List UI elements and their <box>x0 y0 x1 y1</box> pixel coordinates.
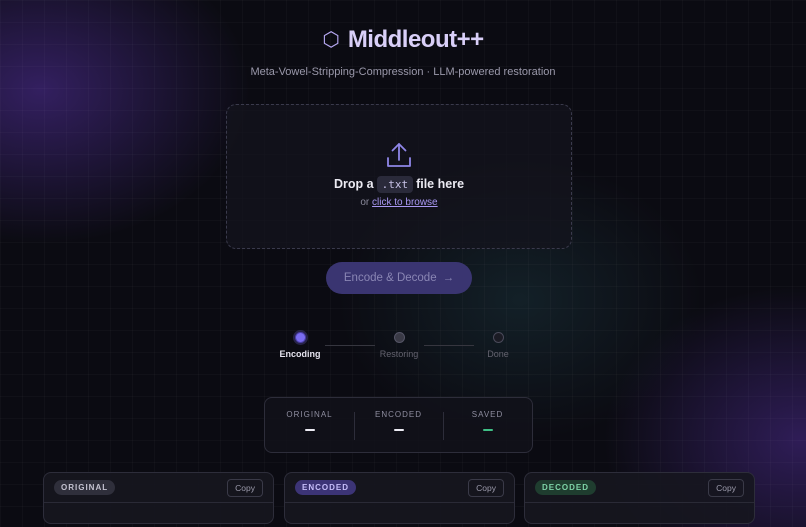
progress-steps: Encoding Restoring Done <box>270 330 530 370</box>
copy-original-button[interactable]: Copy <box>227 478 263 497</box>
drop-instruction: Drop a .txt file here <box>227 176 571 193</box>
stat-saved: SAVED — <box>443 410 532 442</box>
panel-encoded: ENCODED Copy <box>284 472 515 524</box>
panel-original: ORIGINAL Copy <box>43 472 274 524</box>
file-dropzone[interactable]: Drop a .txt file here or click to browse <box>226 104 572 249</box>
encode-decode-label: Encode & Decode <box>343 272 437 284</box>
stats-card: ORIGINAL — ENCODED — SAVED — <box>264 397 533 453</box>
stat-original: ORIGINAL — <box>265 410 354 442</box>
header: ⬡ Middleout++ Meta-Vowel-Stripping-Compr… <box>0 26 806 78</box>
panel-header: ORIGINAL Copy <box>44 473 273 503</box>
stat-value-dash: — <box>304 429 315 431</box>
stat-label: ORIGINAL <box>286 410 333 419</box>
step-done: Done <box>468 330 528 359</box>
stat-value-dash: — <box>482 429 493 431</box>
panel-header: DECODED Copy <box>525 473 754 503</box>
step-dot-icon <box>492 332 504 343</box>
hexagon-logo-icon: ⬡ <box>322 29 340 51</box>
step-dot-icon <box>393 332 405 343</box>
step-label: Done <box>487 349 509 359</box>
copy-decoded-button[interactable]: Copy <box>708 478 744 497</box>
original-badge: ORIGINAL <box>54 480 116 495</box>
browse-prefix: or <box>360 197 370 208</box>
stat-value-dash: — <box>393 429 404 431</box>
step-label: Restoring <box>379 349 419 359</box>
browse-line: or click to browse <box>227 197 571 208</box>
upload-icon <box>227 141 571 169</box>
panel-header: ENCODED Copy <box>285 473 514 503</box>
step-label: Encoding <box>279 349 321 359</box>
stat-label: SAVED <box>471 410 504 419</box>
file-extension-chip: .txt <box>376 176 414 193</box>
step-connector <box>325 345 375 346</box>
arrow-right-icon: → <box>442 272 455 284</box>
decoded-badge: DECODED <box>535 480 597 495</box>
page-title: Middleout++ <box>347 26 484 53</box>
stat-label: ENCODED <box>374 410 422 419</box>
browse-link[interactable]: click to browse <box>372 197 438 208</box>
page-subtitle: Meta-Vowel-Stripping-Compression · LLM-p… <box>250 66 556 78</box>
step-restoring: Restoring <box>369 330 429 359</box>
panel-decoded: DECODED Copy <box>524 472 755 524</box>
encoded-badge: ENCODED <box>295 480 357 495</box>
step-connector <box>424 345 474 346</box>
step-dot-icon <box>294 332 306 343</box>
copy-encoded-button[interactable]: Copy <box>468 478 504 497</box>
drop-text-after: file here <box>416 177 465 191</box>
drop-text-before: Drop a <box>333 177 374 191</box>
title-row: ⬡ Middleout++ <box>0 26 806 54</box>
encode-decode-button[interactable]: Encode & Decode → <box>326 262 472 294</box>
stat-encoded: ENCODED — <box>354 410 443 442</box>
step-encoding: Encoding <box>270 330 330 359</box>
